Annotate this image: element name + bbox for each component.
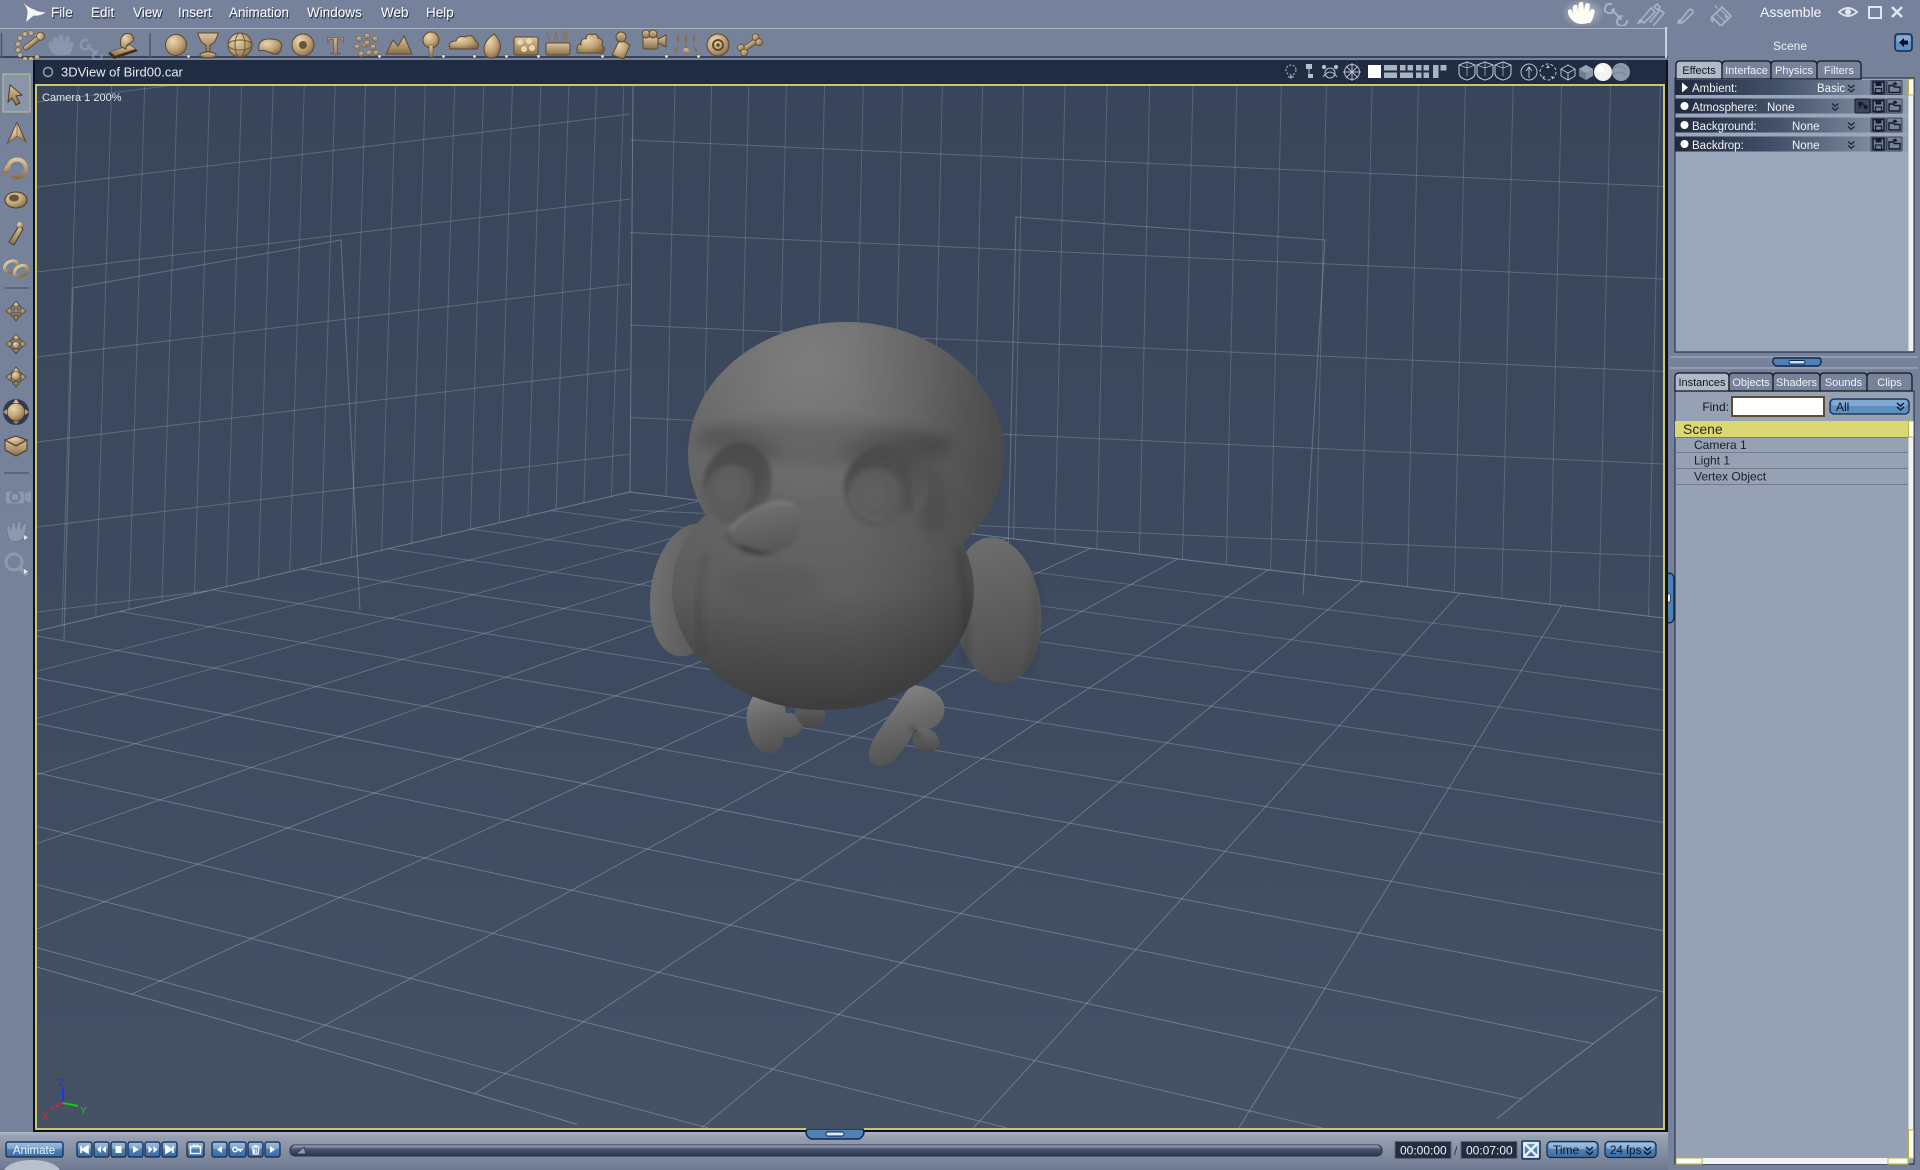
svg-text:Help: Help [426,5,454,20]
svg-text:None: None [1792,140,1820,152]
svg-text:Shaders: Shaders [1776,377,1817,389]
svg-text:Camera 1: Camera 1 [1694,438,1747,452]
svg-text:Atmosphere:: Atmosphere: [1692,102,1757,114]
svg-text:T: T [327,33,344,60]
svg-text:Vertex Object: Vertex Object [1694,470,1767,484]
svg-text:Y: Y [80,1106,87,1117]
svg-text:Background:: Background: [1692,121,1757,133]
svg-text:Time: Time [1553,1143,1580,1157]
svg-text:All: All [1836,400,1849,414]
svg-text:Filters: Filters [1824,65,1854,77]
svg-text:Insert: Insert [178,5,212,20]
svg-text:Clips: Clips [1877,377,1902,389]
svg-text:File: File [51,5,73,20]
svg-text:X: X [42,1112,49,1123]
svg-text:Scene: Scene [1773,39,1807,53]
svg-text:00:00:00: 00:00:00 [1400,1144,1447,1158]
svg-text:Animation: Animation [229,5,289,20]
svg-text:Objects: Objects [1732,377,1770,389]
svg-text:Z: Z [58,1078,64,1089]
svg-text:Interface: Interface [1725,65,1768,77]
svg-text:3DView of Bird00.car: 3DView of Bird00.car [61,65,184,80]
svg-text:None: None [1792,121,1820,133]
svg-text:Basic: Basic [1817,83,1845,95]
svg-text:None: None [1767,102,1795,114]
svg-text:00:07:00: 00:07:00 [1466,1144,1513,1158]
svg-text:24 fps: 24 fps [1610,1145,1642,1157]
svg-text:Animate: Animate [13,1145,55,1157]
svg-text:Assemble: Assemble [1760,4,1822,20]
svg-text:Ambient:: Ambient: [1692,83,1737,95]
svg-text:Light 1: Light 1 [1694,454,1730,468]
svg-text:Camera 1 200%: Camera 1 200% [42,92,122,104]
svg-text:Physics: Physics [1775,65,1813,77]
svg-text:Windows: Windows [307,5,362,20]
svg-text:Sounds: Sounds [1825,377,1863,389]
svg-text:Instances: Instances [1678,377,1726,389]
svg-text:Scene: Scene [1683,421,1723,437]
svg-text:View: View [133,5,162,20]
svg-text:Effects: Effects [1682,65,1716,77]
svg-text:Web: Web [381,5,409,20]
svg-text:Find:: Find: [1702,400,1729,414]
svg-text:Backdrop:: Backdrop: [1692,140,1744,152]
svg-text:Edit: Edit [91,5,115,20]
